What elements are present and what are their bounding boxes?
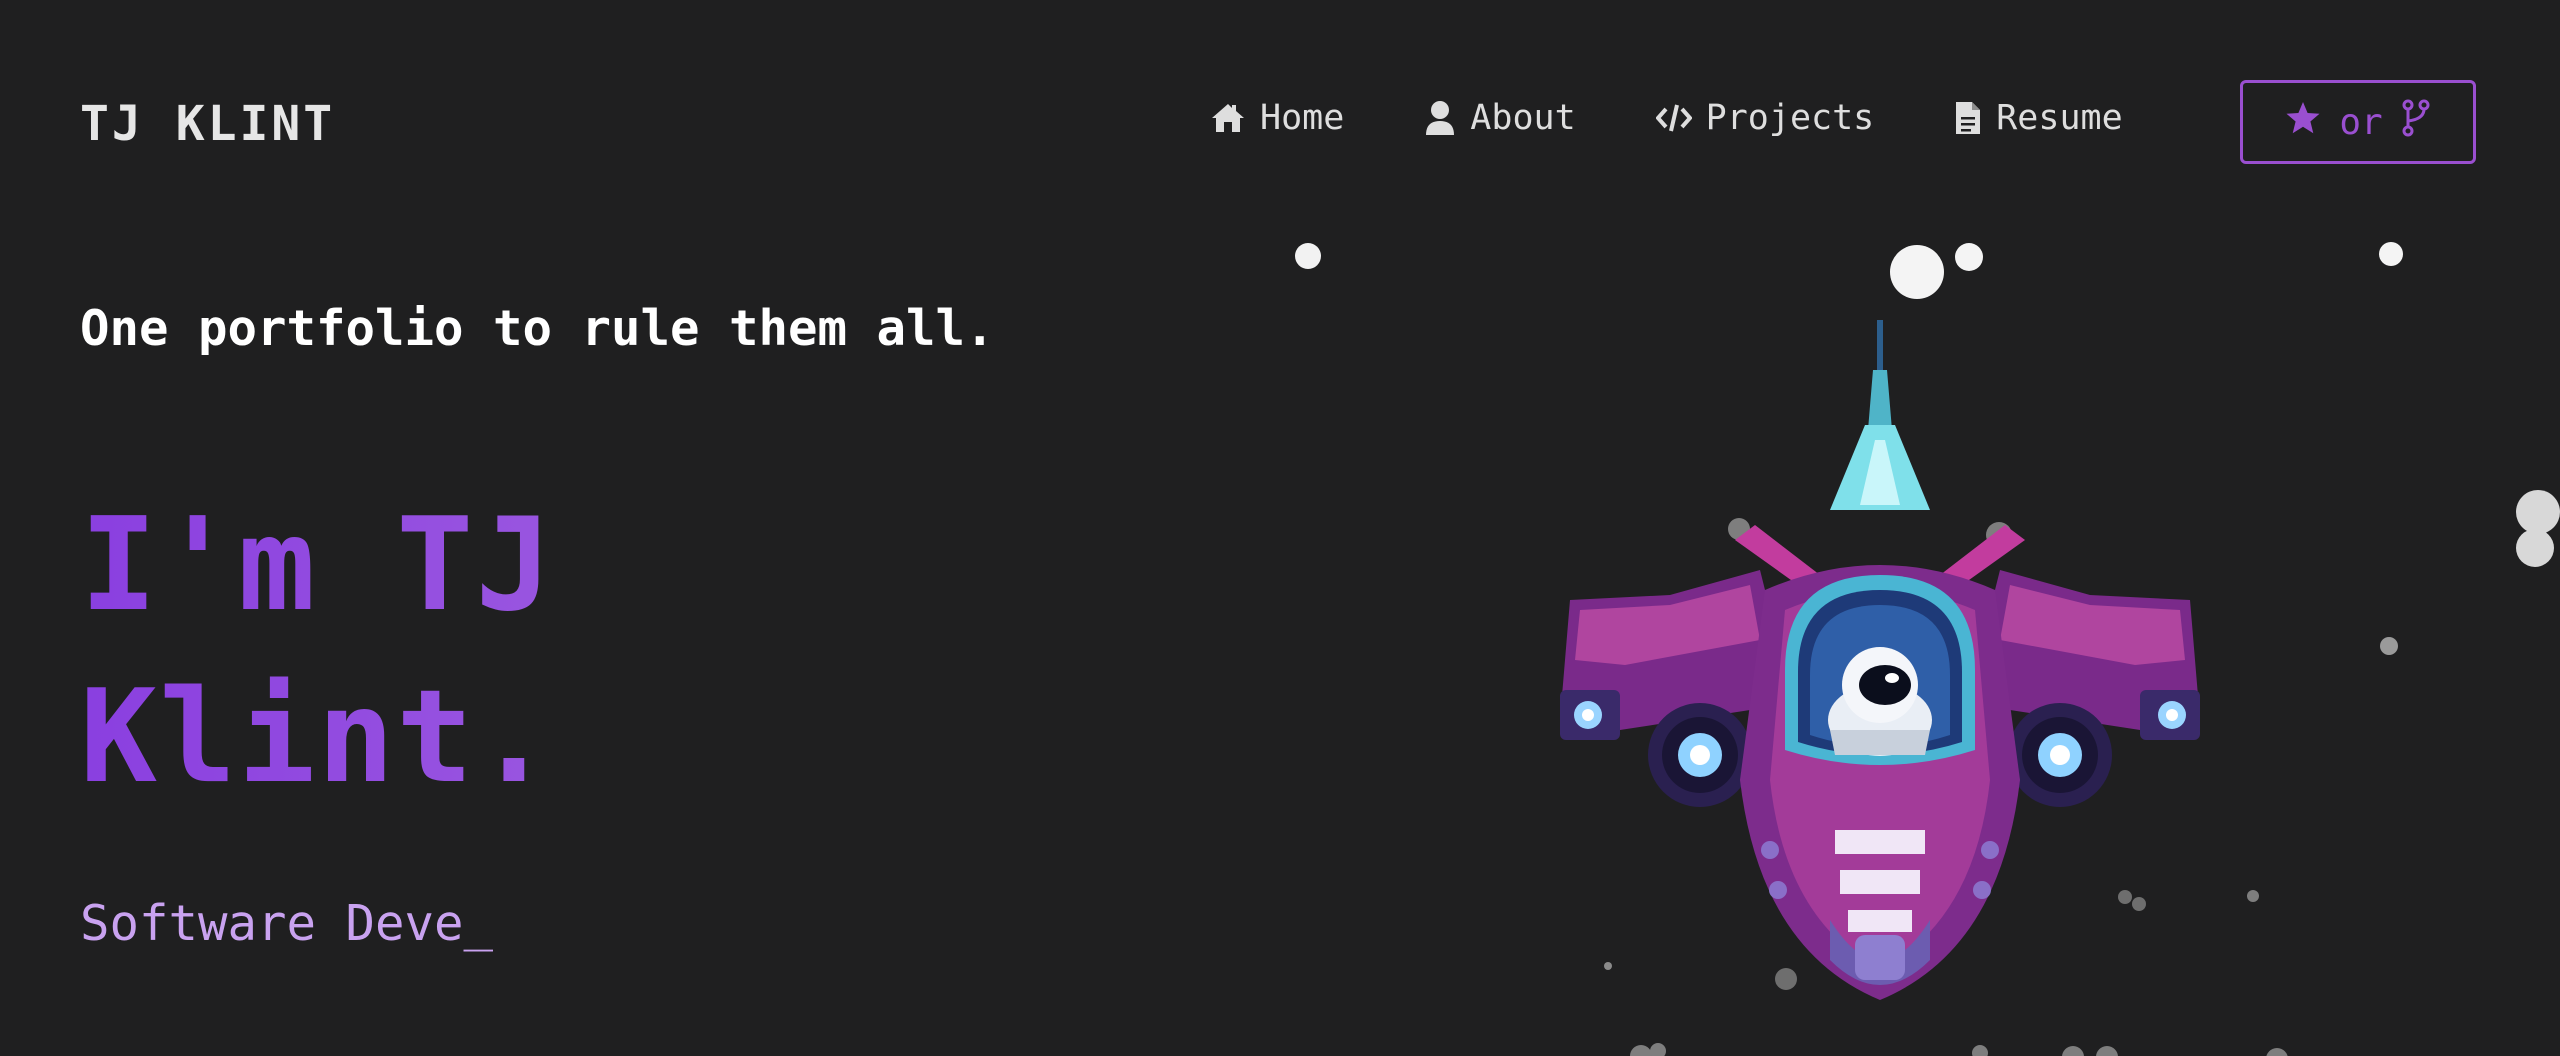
spaceship-illustration (1560, 320, 2200, 1000)
brand-logo[interactable]: TJ KLINT (80, 96, 335, 152)
nav-about[interactable]: About (1424, 98, 1576, 138)
nav-home[interactable]: Home (1210, 98, 1344, 138)
portfolio-page: TJ KLINT Home About Projects Resume or O… (0, 0, 2560, 1056)
hero-title-line1: I'm TJ (80, 491, 555, 640)
particle (1650, 1043, 1666, 1056)
star-icon (2285, 101, 2321, 144)
star-fork-separator: or (2339, 101, 2383, 143)
particle (2096, 1046, 2118, 1056)
particle (2266, 1048, 2288, 1056)
particle (2380, 637, 2398, 655)
particle (2379, 242, 2403, 266)
nav-projects-label: Projects (1705, 98, 1875, 138)
hero-tagline: One portfolio to rule them all. (80, 300, 995, 357)
code-icon (1655, 103, 1692, 133)
home-icon (1210, 102, 1246, 134)
nav-resume[interactable]: Resume (1954, 98, 2123, 138)
nav-about-label: About (1470, 98, 1576, 138)
fork-icon (2401, 99, 2431, 146)
particle (1972, 1045, 1988, 1056)
nav-home-label: Home (1260, 98, 1345, 138)
particle (1295, 243, 1321, 269)
main-nav: Home About Projects Resume (1210, 98, 2123, 138)
particle (2516, 490, 2560, 534)
particle (1955, 243, 1983, 271)
nav-resume-label: Resume (1996, 98, 2123, 138)
hero-title: I'm TJ Klint. (80, 480, 780, 824)
particle (2516, 529, 2554, 567)
github-star-fork-button[interactable]: or (2240, 80, 2476, 164)
particle (2247, 890, 2259, 902)
document-icon (1954, 100, 1982, 136)
particle (1630, 1045, 1652, 1056)
hero-title-line2: Klint. (80, 663, 555, 812)
particle (1890, 245, 1944, 299)
nav-projects[interactable]: Projects (1655, 98, 1875, 138)
user-icon (1424, 100, 1456, 136)
particle (2062, 1046, 2084, 1056)
typed-role-text: Software Deve_ (80, 895, 494, 952)
